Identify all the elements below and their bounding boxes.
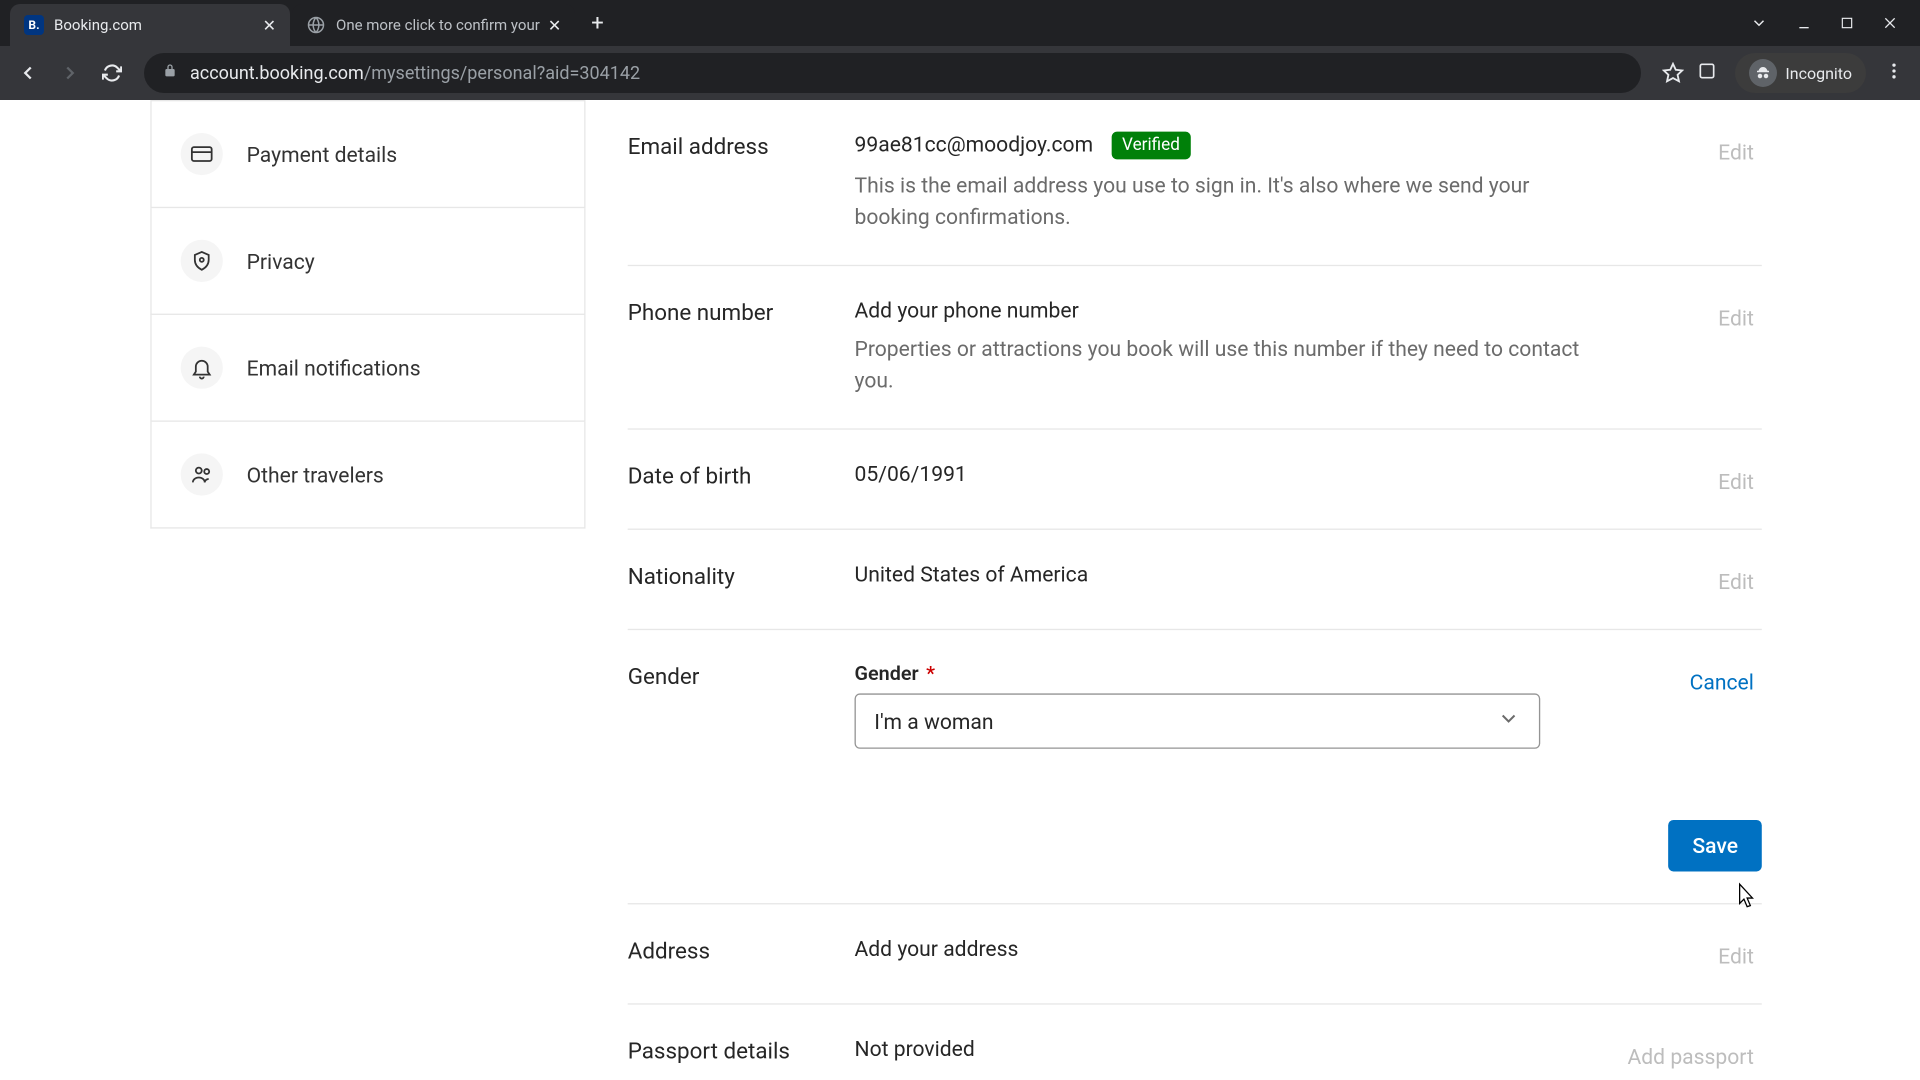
row-label: Passport details: [628, 1037, 855, 1073]
close-tab-icon[interactable]: ✕: [263, 16, 276, 35]
menu-icon[interactable]: [1884, 61, 1904, 85]
main-panel: Email address 99ae81cc@moodjoy.com Verif…: [628, 100, 1762, 1080]
reload-button[interactable]: [94, 55, 130, 91]
incognito-label: Incognito: [1785, 64, 1852, 83]
bookmark-icon[interactable]: [1655, 55, 1691, 91]
incognito-icon: [1749, 59, 1777, 87]
row-label: Gender: [628, 662, 855, 749]
row-passport: Passport details Not provided Add passpo…: [628, 1005, 1762, 1080]
sidebar: Payment details Privacy Email notificati…: [150, 100, 585, 1080]
phone-value: Add your phone number: [855, 298, 1719, 323]
incognito-badge[interactable]: Incognito: [1735, 53, 1866, 93]
sidebar-item-other-travelers[interactable]: Other travelers: [150, 422, 585, 529]
lock-icon: [162, 63, 178, 83]
save-row: Save: [628, 781, 1762, 905]
sidebar-item-privacy[interactable]: Privacy: [150, 208, 585, 315]
row-dob: Date of birth 05/06/1991 Edit: [628, 430, 1762, 530]
phone-description: Properties or attractions you book will …: [855, 334, 1593, 397]
sidebar-item-label: Payment details: [247, 142, 398, 167]
close-window-icon[interactable]: [1882, 15, 1898, 31]
users-icon: [181, 453, 223, 495]
privacy-icon: [181, 240, 223, 282]
row-nationality: Nationality United States of America Edi…: [628, 530, 1762, 630]
row-gender: Gender Gender * I'm a woman Cancel: [628, 630, 1762, 780]
back-button[interactable]: [10, 55, 46, 91]
row-label: Email address: [628, 132, 855, 234]
passport-value: Not provided: [855, 1037, 1628, 1062]
address-bar: account.booking.com/mysettings/personal?…: [0, 46, 1920, 100]
chevron-down-icon[interactable]: [1750, 14, 1768, 32]
url-text: account.booking.com/mysettings/personal?…: [190, 63, 640, 84]
bell-icon: [181, 347, 223, 389]
forward-button[interactable]: [52, 55, 88, 91]
edit-email-button[interactable]: Edit: [1718, 132, 1762, 234]
gender-select[interactable]: I'm a woman: [855, 694, 1541, 749]
dob-value: 05/06/1991: [855, 462, 1719, 487]
address-value: Add your address: [855, 936, 1719, 961]
edit-phone-button[interactable]: Edit: [1718, 298, 1762, 397]
cancel-gender-button[interactable]: Cancel: [1690, 662, 1762, 749]
add-passport-button[interactable]: Add passport: [1628, 1037, 1762, 1073]
gender-field-label: Gender *: [855, 662, 1690, 686]
close-tab-icon[interactable]: ✕: [548, 16, 561, 35]
email-value: 99ae81cc@moodjoy.com Verified: [855, 132, 1719, 160]
minimize-icon[interactable]: [1796, 15, 1812, 31]
tab-bar: B. Booking.com ✕ One more click to confi…: [0, 0, 1920, 46]
credit-card-icon: [181, 133, 223, 175]
edit-dob-button[interactable]: Edit: [1718, 462, 1762, 498]
tab-title: One more click to confirm your: [336, 16, 540, 34]
sidebar-item-email-notifications[interactable]: Email notifications: [150, 315, 585, 422]
sidebar-item-label: Privacy: [247, 248, 315, 273]
edit-nationality-button[interactable]: Edit: [1718, 562, 1762, 598]
browser-chrome: B. Booking.com ✕ One more click to confi…: [0, 0, 1920, 100]
new-tab-button[interactable]: +: [577, 11, 617, 36]
sidebar-item-payment-details[interactable]: Payment details: [150, 100, 585, 208]
extensions-icon[interactable]: [1697, 61, 1717, 85]
favicon-globe-icon: [306, 15, 326, 35]
row-label: Phone number: [628, 298, 855, 397]
row-email: Email address 99ae81cc@moodjoy.com Verif…: [628, 100, 1762, 267]
edit-address-button[interactable]: Edit: [1718, 936, 1762, 972]
nationality-value: United States of America: [855, 562, 1719, 587]
row-phone: Phone number Add your phone number Prope…: [628, 267, 1762, 431]
sidebar-item-label: Other travelers: [247, 462, 384, 487]
maximize-icon[interactable]: [1840, 16, 1854, 30]
row-label: Date of birth: [628, 462, 855, 498]
row-label: Nationality: [628, 562, 855, 598]
gender-selected-value: I'm a woman: [874, 709, 993, 734]
tab-title: Booking.com: [54, 16, 255, 34]
verified-badge: Verified: [1111, 132, 1190, 160]
window-controls: [1750, 14, 1920, 32]
row-address: Address Add your address Edit: [628, 905, 1762, 1005]
browser-tab-inactive[interactable]: One more click to confirm your ✕: [292, 4, 575, 46]
url-input[interactable]: account.booking.com/mysettings/personal?…: [144, 53, 1641, 93]
email-description: This is the email address you use to sig…: [855, 170, 1593, 233]
sidebar-item-label: Email notifications: [247, 355, 421, 380]
chevron-down-icon: [1497, 707, 1521, 736]
row-label: Address: [628, 936, 855, 972]
browser-tab-active[interactable]: B. Booking.com ✕: [10, 4, 290, 46]
save-button[interactable]: Save: [1669, 820, 1762, 871]
favicon-booking: B.: [24, 15, 44, 35]
page-content: Payment details Privacy Email notificati…: [0, 100, 1920, 1080]
